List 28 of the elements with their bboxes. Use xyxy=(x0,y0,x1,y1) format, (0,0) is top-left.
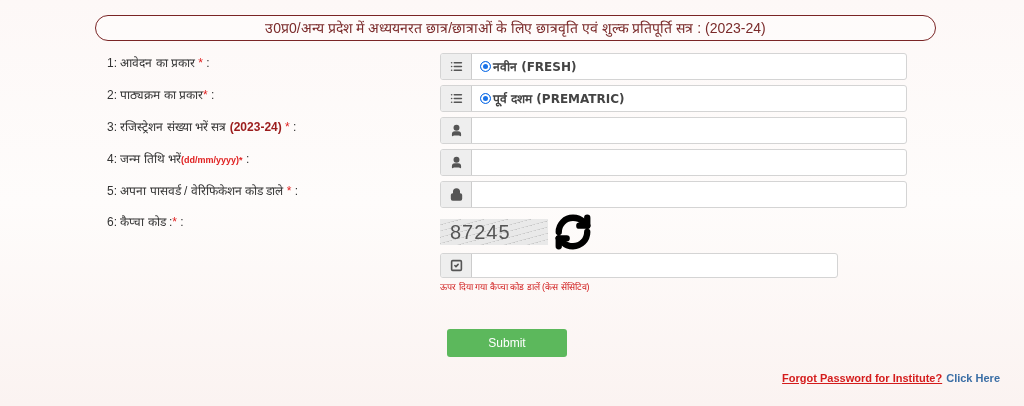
click-here-link[interactable]: Click Here xyxy=(946,369,1000,386)
field-label: 4: जन्म तिथि भरें(dd/mm/yyyy)* : xyxy=(107,151,251,168)
captcha-hint: ऊपर दिया गया कैप्चा कोड डालें (केस सेंसिटिव) xyxy=(440,281,591,294)
field-label: 2: पाठ्यक्रम का प्रकार* : xyxy=(107,87,216,104)
user-icon xyxy=(449,156,463,169)
lock-icon xyxy=(449,188,463,201)
radio-field[interactable]: पूर्व दशम (PREMATRIC) xyxy=(440,85,907,112)
radio-button[interactable] xyxy=(480,61,491,72)
captcha-field[interactable] xyxy=(440,253,838,278)
captcha-code: 87245 xyxy=(440,219,548,245)
list-icon xyxy=(449,60,463,73)
field-label: 6: कैप्चा कोड :* : xyxy=(107,214,185,231)
list-icon xyxy=(449,92,463,105)
radio-button[interactable] xyxy=(480,93,491,104)
radio-label: पूर्व दशम (PREMATRIC) xyxy=(493,90,625,108)
input-field[interactable] xyxy=(440,149,907,176)
refresh-icon[interactable] xyxy=(554,213,592,251)
radio-field[interactable]: नवीन (FRESH) xyxy=(440,53,907,80)
user-icon xyxy=(449,124,463,137)
field-label: 5: अपना पासवर्ड / वेरिफिकेशन कोड डाले * : xyxy=(107,183,300,200)
field-label: 1: आवेदन का प्रकार * : xyxy=(107,55,211,72)
radio-label: नवीन (FRESH) xyxy=(493,58,577,76)
checkbox-icon xyxy=(449,259,463,272)
field-label: 3: रजिस्ट्रेशन संख्या भरें सत्र (2023-24) * : xyxy=(107,119,298,136)
input-field[interactable] xyxy=(440,117,907,144)
forgot-password-link[interactable]: Forgot Password for Institute? xyxy=(782,369,943,386)
form-title: उ0प्र0/अन्य प्रदेश में अध्ययनरत छात्र/छात्राओं के लिए छात्रवृति एवं शुल्क प्रतिपूर्ति सत्र : (2023-24) xyxy=(95,15,936,41)
password-field[interactable] xyxy=(440,181,907,208)
